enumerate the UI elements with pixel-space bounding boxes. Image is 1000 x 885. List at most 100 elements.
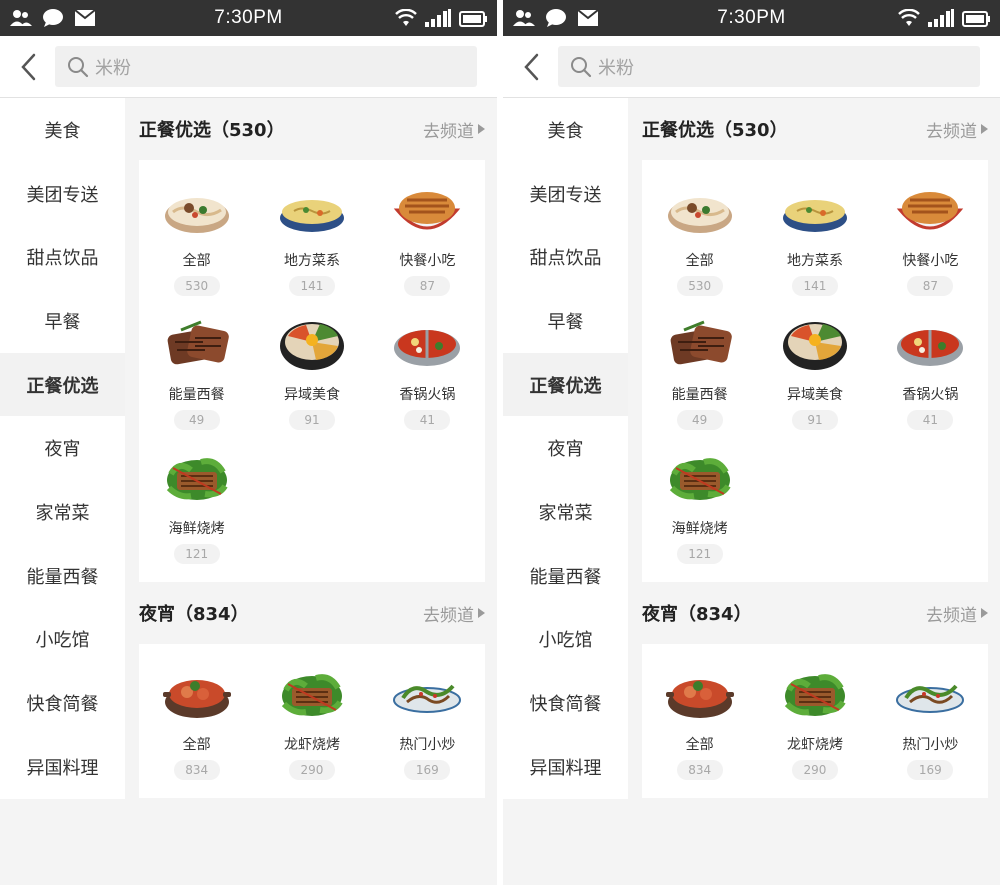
battery-icon — [962, 11, 990, 27]
category-tile[interactable]: 全部 834 — [139, 664, 254, 780]
system-indicators — [898, 9, 990, 27]
category-tile[interactable]: 龙虾烧烤 290 — [254, 664, 369, 780]
category-label: 快餐小吃 — [902, 253, 959, 269]
stir-fry-icon — [391, 664, 463, 726]
noodle-bowl-icon — [664, 180, 736, 242]
count-badge: 141 — [288, 276, 335, 296]
section2-grid: 全部 834 龙虾烧烤 290 热门小炒 169 — [139, 644, 485, 798]
sidebar-item[interactable]: 早餐 — [503, 289, 628, 353]
search-input[interactable]: 米粉 — [55, 46, 477, 87]
chevron-left-icon — [21, 53, 36, 81]
section2-header: 夜宵（834） 去频道 — [139, 582, 485, 644]
category-tile[interactable]: 海鲜烧烤 121 — [642, 448, 757, 564]
sidebar-item[interactable]: 家常菜 — [503, 480, 628, 544]
category-tile[interactable]: 香锅火锅 41 — [873, 314, 988, 430]
sidebar-item[interactable]: 异国料理 — [0, 735, 125, 799]
category-tile[interactable]: 快餐小吃 87 — [370, 180, 485, 296]
go-channel-link[interactable]: 去频道 — [926, 117, 988, 142]
soup-bowl-icon — [779, 180, 851, 242]
category-tile[interactable]: 异域美食 91 — [254, 314, 369, 430]
category-tile[interactable]: 地方菜系 141 — [757, 180, 872, 296]
sidebar-item[interactable]: 早餐 — [0, 289, 125, 353]
sidebar-item[interactable]: 快食简餐 — [0, 671, 125, 735]
go-channel-label: 去频道 — [423, 121, 474, 142]
sidebar-item[interactable]: 美团专送 — [0, 162, 125, 226]
category-label: 异域美食 — [786, 387, 843, 403]
sidebar-item[interactable]: 夜宵 — [0, 416, 125, 480]
sidebar-item[interactable]: 夜宵 — [503, 416, 628, 480]
category-tile[interactable]: 异域美食 91 — [757, 314, 872, 430]
section-title: 正餐优选（530） — [139, 120, 285, 141]
category-tile[interactable]: 全部 530 — [642, 180, 757, 296]
category-label: 全部 — [685, 253, 714, 269]
sidebar-item[interactable]: 异国料理 — [503, 735, 628, 799]
category-tile[interactable]: 热门小炒 169 — [873, 664, 988, 780]
bibimbap-icon — [779, 314, 851, 376]
sidebar-item[interactable]: 正餐优选 — [503, 352, 628, 417]
go-channel-label: 去频道 — [926, 605, 977, 626]
sidebar-item[interactable]: 美食 — [503, 98, 628, 162]
steak-icon — [161, 314, 233, 376]
count-badge: 41 — [907, 410, 954, 430]
back-button[interactable] — [14, 52, 44, 82]
count-badge: 121 — [676, 544, 723, 564]
back-button[interactable] — [517, 52, 547, 82]
category-tile[interactable]: 快餐小吃 87 — [873, 180, 988, 296]
category-tile[interactable]: 全部 530 — [139, 180, 254, 296]
sidebar-item[interactable]: 能量西餐 — [503, 544, 628, 608]
sidebar-item[interactable]: 快食简餐 — [503, 671, 628, 735]
skewers-icon — [276, 664, 348, 726]
section1-grid: 全部 530 地方菜系 141 快餐小吃 87 能量西餐 49 异域美食 91 香锅火锅 41 海鲜烧烤… — [139, 160, 485, 582]
stew-pot-icon — [161, 664, 233, 726]
category-tile[interactable]: 龙虾烧烤 290 — [757, 664, 872, 780]
sidebar-item[interactable]: 甜点饮品 — [0, 225, 125, 289]
category-tile[interactable]: 能量西餐 49 — [642, 314, 757, 430]
category-tile[interactable]: 热门小炒 169 — [370, 664, 485, 780]
category-label: 热门小炒 — [399, 737, 456, 753]
chevron-left-icon — [524, 53, 539, 81]
category-tile[interactable]: 海鲜烧烤 121 — [139, 448, 254, 564]
search-input[interactable]: 米粉 — [558, 46, 980, 87]
count-badge: 121 — [173, 544, 220, 564]
sidebar-item[interactable]: 家常菜 — [0, 480, 125, 544]
sidebar-item[interactable]: 小吃馆 — [503, 608, 628, 672]
system-indicators — [395, 9, 487, 27]
hotpot-icon — [894, 314, 966, 376]
category-label: 能量西餐 — [168, 387, 225, 403]
section1-header: 正餐优选（530） 去频道 — [642, 98, 988, 160]
count-badge: 290 — [288, 760, 335, 780]
signal-icon — [928, 9, 954, 27]
count-badge: 87 — [907, 276, 954, 296]
sidebar-item[interactable]: 正餐优选 — [0, 352, 125, 417]
sidebar-item[interactable]: 美食 — [0, 98, 125, 162]
category-label: 全部 — [182, 253, 211, 269]
sidebar-item[interactable]: 甜点饮品 — [503, 225, 628, 289]
section-title: 夜宵（834） — [642, 604, 752, 625]
category-tile[interactable]: 能量西餐 49 — [139, 314, 254, 430]
status-bar: 7:30PM — [503, 0, 1000, 36]
go-channel-link[interactable]: 去频道 — [926, 601, 988, 626]
sidebar-item[interactable]: 美团专送 — [503, 162, 628, 226]
go-channel-label: 去频道 — [926, 121, 977, 142]
section1-header: 正餐优选（530） 去频道 — [139, 98, 485, 160]
screenshot-stage: 7:30PM 米粉 美食 美团专送 甜点饮品 早餐 正餐优选 夜宵 家常菜 能量西餐 小吃馆 快食简餐… — [0, 0, 1000, 885]
sidebar-item[interactable]: 能量西餐 — [0, 544, 125, 608]
count-badge: 87 — [404, 276, 451, 296]
category-tile[interactable]: 地方菜系 141 — [254, 180, 369, 296]
category-tile[interactable]: 香锅火锅 41 — [370, 314, 485, 430]
category-tile[interactable]: 全部 834 — [642, 664, 757, 780]
category-label: 地方菜系 — [786, 253, 843, 269]
go-channel-link[interactable]: 去频道 — [423, 601, 485, 626]
status-bar: 7:30PM — [0, 0, 497, 36]
rice-bowl-icon — [894, 180, 966, 242]
search-icon — [68, 56, 89, 77]
category-label: 海鲜烧烤 — [168, 521, 225, 537]
search-placeholder: 米粉 — [598, 57, 634, 79]
category-content: 正餐优选（530） 去频道 全部 530 地方菜系 141 快餐小吃 87 能量西餐 49 异域美食… — [125, 98, 497, 885]
right-phone-screen: 7:30PM 米粉美食 美团专送 甜点饮品 早餐 正餐优选 夜宵 家常菜 能量西餐 小吃馆 快食简餐… — [503, 0, 1000, 885]
sidebar-item[interactable]: 小吃馆 — [0, 608, 125, 672]
arrow-right-icon — [478, 608, 485, 618]
go-channel-link[interactable]: 去频道 — [423, 117, 485, 142]
count-badge: 49 — [676, 410, 723, 430]
steak-icon — [664, 314, 736, 376]
